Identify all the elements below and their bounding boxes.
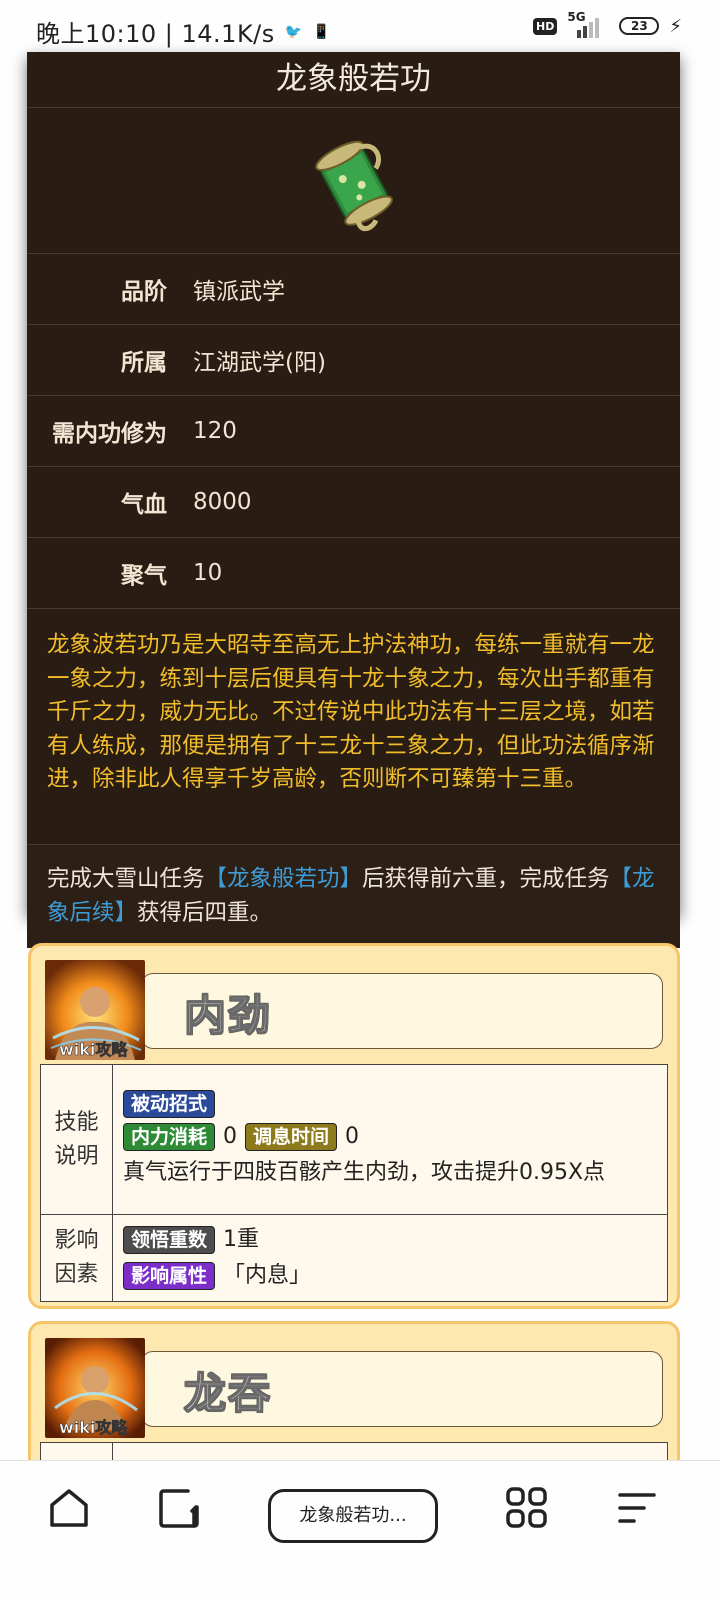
status-bar: 晚上10:10 | 14.1K/s 🐦 📱 HD 5G 23 ⚡ xyxy=(0,0,720,52)
home-icon xyxy=(50,1489,88,1527)
scroll-icon xyxy=(314,140,393,231)
attr-row-required-neigong: 需内功修为 120 xyxy=(27,396,680,467)
quest-text: 完成大雪山任务 xyxy=(47,866,205,892)
home-button[interactable] xyxy=(46,1485,92,1535)
skill-header: wiki攻略 龙吞 xyxy=(31,1324,677,1438)
skill-portrait: wiki攻略 xyxy=(45,1338,145,1438)
hd-badge: HD xyxy=(533,17,558,35)
quest-text: 后获得前六重，完成任务 xyxy=(362,866,610,892)
skill-desc-cell: 被动招式 内力消耗 0 调息时间 0 真气运行于四肢百骸产生内劲，攻击提升0.9… xyxy=(112,1064,668,1215)
tabs-button[interactable] xyxy=(156,1485,202,1535)
apps-grid-button[interactable] xyxy=(504,1485,550,1535)
menu-icon xyxy=(618,1493,656,1523)
attr-label: 聚气 xyxy=(121,563,167,589)
attr-label: 气血 xyxy=(121,492,167,518)
item-title: 龙象般若功 xyxy=(27,52,680,108)
tabs-count-icon xyxy=(159,1489,199,1528)
neili-cost-value: 0 xyxy=(223,1123,238,1149)
skill-name: 内劲 xyxy=(183,990,273,1041)
attr-value: 镇派武学 xyxy=(193,279,285,305)
status-left: 晚上10:10 | 14.1K/s 🐦 📱 xyxy=(36,14,331,49)
skill-portrait: wiki攻略 xyxy=(45,960,145,1060)
tag-attribute: 影响属性 xyxy=(123,1262,216,1290)
quest-info: 完成大雪山任务【龙象般若功】后获得前六重，完成任务【龙象后续】获得后四重。 xyxy=(27,845,680,948)
item-description: 龙象波若功乃是大昭寺至高无上护法神功，每练一重就有一龙一象之力，练到十层后便具有… xyxy=(27,609,680,845)
charging-icon: ⚡ xyxy=(669,15,682,37)
attr-row-juqi: 聚气 10 xyxy=(27,538,680,609)
attr-label: 品阶 xyxy=(121,279,167,305)
tag-cooldown: 调息时间 xyxy=(245,1122,338,1151)
attr-label: 所属 xyxy=(121,350,167,376)
portrait-watermark: wiki攻略 xyxy=(59,1040,128,1060)
skill-influence-cell: 领悟重数 1重 影响属性 「内息」 xyxy=(112,1214,668,1302)
attr-value: 8000 xyxy=(193,489,252,515)
quest-link-longxiang[interactable]: 【龙象般若功】 xyxy=(205,866,363,892)
quest-text: 获得后四重。 xyxy=(137,899,273,926)
notification-app-icon: 📱 xyxy=(312,23,331,40)
status-right: HD 5G 23 ⚡ xyxy=(533,10,682,40)
status-time-speed: 晚上10:10 | 14.1K/s xyxy=(36,20,275,48)
skill-name-box: 龙吞 xyxy=(141,1351,663,1427)
skill-desc-label: 技能说明 xyxy=(40,1064,113,1215)
skill-name: 龙吞 xyxy=(183,1368,273,1419)
tag-skill-type: 被动招式 xyxy=(123,1089,216,1118)
battery-icon: 23 xyxy=(619,17,660,35)
tag-levels: 领悟重数 xyxy=(123,1226,216,1254)
levels-value: 1重 xyxy=(223,1227,260,1252)
item-icon-row xyxy=(27,108,680,254)
grid-icon xyxy=(506,1487,547,1528)
tag-neili-cost: 内力消耗 xyxy=(123,1122,216,1151)
skill-table: 技能说明 被动招式 内力消耗 0 调息时间 0 真气运行于四肢百骸产生内劲，攻击… xyxy=(40,1064,668,1302)
skill-name-box: 内劲 xyxy=(141,973,663,1049)
skill-card-neijin: wiki攻略 内劲 技能说明 被动招式 内力消耗 0 调息时间 0 真气运行于四… xyxy=(28,943,680,1309)
attr-row-grade: 品阶 镇派武学 xyxy=(27,254,680,325)
bottom-nav: 龙象般若功... xyxy=(0,1460,720,1600)
attr-value: 10 xyxy=(193,560,223,586)
skill-header: wiki攻略 内劲 xyxy=(31,946,677,1060)
skill-desc-text: 真气运行于四肢百骸产生内劲，攻击提升0.95X点 xyxy=(123,1159,606,1185)
portrait-watermark: wiki攻略 xyxy=(59,1418,128,1438)
attr-label: 需内功修为 xyxy=(52,421,167,447)
menu-button[interactable] xyxy=(614,1485,660,1535)
attr-row-hp: 气血 8000 xyxy=(27,467,680,538)
attr-value: 江湖武学(阳) xyxy=(193,350,326,376)
attr-value: 120 xyxy=(193,418,237,444)
notification-bird-icon: 🐦 xyxy=(284,23,303,40)
attribute-value: 「内息」 xyxy=(223,1263,312,1288)
skill-influence-label: 影响因素 xyxy=(40,1214,113,1302)
cooldown-value: 0 xyxy=(345,1123,360,1149)
battery-level: 23 xyxy=(631,19,648,33)
attr-row-category: 所属 江湖武学(阳) xyxy=(27,325,680,396)
signal-icon: 5G xyxy=(567,10,609,40)
current-page-title-button[interactable]: 龙象般若功... xyxy=(268,1489,438,1543)
item-info-card: 龙象般若功 品阶 镇派武学 所属 江湖武学(阳) 需内功修为 120 气血 80… xyxy=(27,52,680,948)
